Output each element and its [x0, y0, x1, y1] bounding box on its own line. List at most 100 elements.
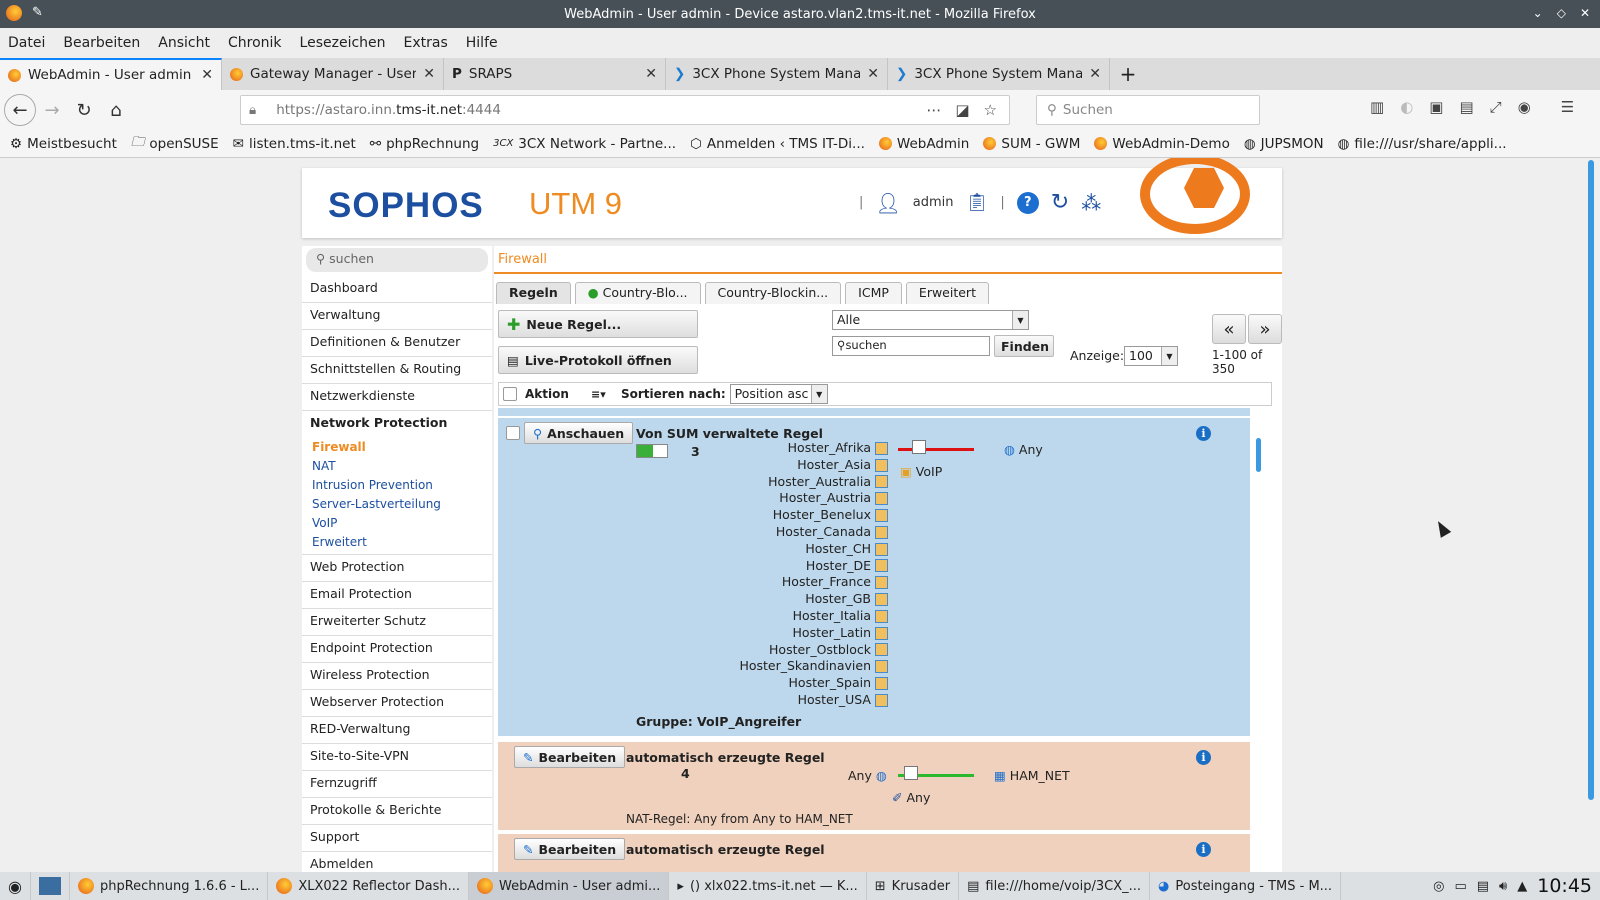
filter-search-input[interactable]: ⚲suchen: [832, 336, 990, 356]
tab-close-icon[interactable]: ✕: [867, 66, 879, 82]
info-icon[interactable]: i: [1196, 426, 1211, 441]
source-item[interactable]: Hoster_Skandinavien: [658, 658, 888, 675]
tab-close-icon[interactable]: ✕: [423, 66, 435, 82]
new-tab-button[interactable]: +: [1110, 58, 1146, 90]
expand-tray-icon[interactable]: ▲: [1517, 879, 1527, 894]
bookmark-jupsmon[interactable]: ◍ JUPSMON: [1244, 136, 1324, 152]
menu-icon[interactable]: ☰: [1561, 98, 1574, 116]
tray-app-icon[interactable]: ◎: [1433, 879, 1444, 894]
sort-select[interactable]: Position asc ▼: [729, 384, 828, 404]
rule-service[interactable]: ▣ VoIP: [900, 464, 942, 479]
task-webadmin[interactable]: WebAdmin - User admi...: [469, 872, 670, 900]
sidebar-sub-ips[interactable]: Intrusion Prevention: [302, 476, 492, 495]
source-item[interactable]: Hoster_Asia: [658, 457, 888, 474]
account-icon[interactable]: ◉: [1518, 98, 1531, 116]
menu-lesezeichen[interactable]: Lesezeichen: [300, 35, 386, 51]
help-icon[interactable]: ?: [1016, 191, 1039, 214]
clipboard-icon[interactable]: 📋︎: [966, 192, 989, 213]
source-item[interactable]: Hoster_CH: [658, 541, 888, 558]
tab-gateway-manager[interactable]: Gateway Manager - User: a ✕: [222, 58, 444, 90]
sidebar-search-input[interactable]: ⚲ suchen: [306, 248, 488, 272]
tab-regeln[interactable]: Regeln: [496, 282, 571, 304]
sidebar-item-fernzugriff[interactable]: Fernzugriff: [302, 771, 492, 798]
rule-dest[interactable]: ◍ Any: [1004, 442, 1043, 457]
pin-icon[interactable]: ✎: [32, 5, 43, 21]
library-icon[interactable]: ▥: [1370, 98, 1384, 116]
rule-dest[interactable]: ▦ HAM_NET: [994, 768, 1070, 783]
display-select[interactable]: 100 ▼: [1124, 346, 1178, 366]
tab-erweitert[interactable]: Erweitert: [905, 282, 989, 304]
sidebar-sub-voip[interactable]: VoIP: [302, 514, 492, 533]
edit-button[interactable]: ✎ Bearbeiten: [514, 838, 626, 860]
forward-button[interactable]: →: [36, 94, 68, 126]
tab-3cx-1[interactable]: ❯ 3CX Phone System Manag ✕: [666, 58, 888, 90]
sidebar-sub-nat[interactable]: NAT: [302, 457, 492, 476]
sidebar-item-erweiterter-schutz[interactable]: Erweiterter Schutz: [302, 609, 492, 636]
bookmark-phprechnung[interactable]: ⚯ phpRechnung: [370, 136, 479, 152]
source-item[interactable]: Hoster_Latin: [658, 625, 888, 642]
task-krusader[interactable]: ⊞ Krusader: [867, 872, 960, 900]
user-name[interactable]: admin: [913, 195, 954, 210]
tab-webadmin[interactable]: WebAdmin - User admin - D ✕: [0, 58, 222, 90]
sidebar-item-protokolle[interactable]: Protokolle & Berichte: [302, 798, 492, 825]
sidebar-item-support[interactable]: Support: [302, 825, 492, 852]
tab-sraps[interactable]: P SRAPS ✕: [444, 58, 666, 90]
volume-icon[interactable]: 🔊︎: [1499, 879, 1507, 894]
close-icon[interactable]: ✕: [1580, 6, 1590, 20]
source-item[interactable]: Hoster_France: [658, 574, 888, 591]
list-scrollbar[interactable]: [1254, 408, 1264, 872]
app-launcher[interactable]: ◉: [0, 872, 31, 900]
sidebar-item-abmelden[interactable]: Abmelden: [302, 852, 492, 872]
search-input[interactable]: ⚲ Suchen: [1036, 95, 1260, 125]
source-item[interactable]: Hoster_Afrika: [658, 440, 888, 457]
desktop-pager[interactable]: [31, 872, 70, 900]
filter-select[interactable]: Alle ▼: [832, 310, 1029, 330]
bookmark-webadmin[interactable]: WebAdmin: [878, 136, 969, 152]
tab-icmp[interactable]: ICMP: [845, 282, 902, 304]
star-icon[interactable]: ☆: [984, 101, 997, 119]
info-icon[interactable]: i: [1196, 750, 1211, 765]
sidebar-item-webserver-protection[interactable]: Webserver Protection: [302, 690, 492, 717]
sidebar-item-netzwerkdienste[interactable]: Netzwerkdienste: [302, 384, 492, 411]
tab-country-blocking[interactable]: ● Country-Blo...: [574, 282, 701, 304]
sidebar-icon[interactable]: ▤: [1459, 98, 1473, 116]
edit-button[interactable]: ✎ Bearbeiten: [514, 746, 626, 768]
new-rule-button[interactable]: ✚ Neue Regel...: [498, 310, 698, 338]
maximize-icon[interactable]: ◇: [1557, 6, 1566, 20]
list-options-icon[interactable]: ≡▾: [591, 388, 617, 401]
sidebar-item-endpoint-protection[interactable]: Endpoint Protection: [302, 636, 492, 663]
sidebar-item-schnittstellen[interactable]: Schnittstellen & Routing: [302, 357, 492, 384]
bookmark-meistbesucht[interactable]: ⚙ Meistbesucht: [10, 136, 117, 152]
page-scrollbar[interactable]: [1588, 160, 1594, 800]
source-item[interactable]: Hoster_USA: [658, 692, 888, 709]
minimize-icon[interactable]: ⌄: [1533, 6, 1543, 20]
refresh-icon[interactable]: ↻: [1051, 190, 1069, 215]
bookmark-anmelden[interactable]: ⬡ Anmelden ‹ TMS IT-Di...: [690, 136, 865, 152]
bookmark-opensuse[interactable]: 🗀 openSUSE: [131, 132, 219, 155]
live-log-button[interactable]: ▤ Live-Protokoll öffnen: [498, 346, 698, 374]
sidebar-sub-firewall[interactable]: Firewall: [302, 438, 492, 457]
extension-icon[interactable]: ⤢: [1490, 98, 1502, 116]
select-all-checkbox[interactable]: [503, 387, 517, 401]
sidebar-item-wireless-protection[interactable]: Wireless Protection: [302, 663, 492, 690]
task-phprechnung[interactable]: phpRechnung 1.6.6 - L...: [70, 872, 269, 900]
3cx-extension-icon[interactable]: ▣: [1429, 98, 1443, 116]
sidebar-item-verwaltung[interactable]: Verwaltung: [302, 303, 492, 330]
source-item[interactable]: Hoster_Australia: [658, 474, 888, 491]
source-item[interactable]: Hoster_Benelux: [658, 507, 888, 524]
clipboard-icon[interactable]: ▤: [1477, 879, 1489, 894]
bookmark-webadmin-demo[interactable]: WebAdmin-Demo: [1094, 136, 1230, 152]
source-item[interactable]: Hoster_GB: [658, 591, 888, 608]
sidebar-item-network-protection[interactable]: Network Protection: [302, 411, 492, 438]
source-item[interactable]: Hoster_Spain: [658, 675, 888, 692]
pocket-icon[interactable]: ◪: [955, 101, 969, 119]
find-button[interactable]: Finden: [994, 335, 1054, 357]
menu-ansicht[interactable]: Ansicht: [158, 35, 210, 51]
sidebar-sub-erweitert[interactable]: Erweitert: [302, 533, 492, 555]
display-icon[interactable]: ▭: [1454, 879, 1466, 894]
menu-chronik[interactable]: Chronik: [228, 35, 282, 51]
sidebar-item-red[interactable]: RED-Verwaltung: [302, 717, 492, 744]
task-posteingang[interactable]: ◕ Posteingang - TMS - M...: [1150, 872, 1342, 900]
sidebar-item-definitionen[interactable]: Definitionen & Benutzer: [302, 330, 492, 357]
tab-country-blocking-exceptions[interactable]: Country-Blockin...: [704, 282, 842, 304]
